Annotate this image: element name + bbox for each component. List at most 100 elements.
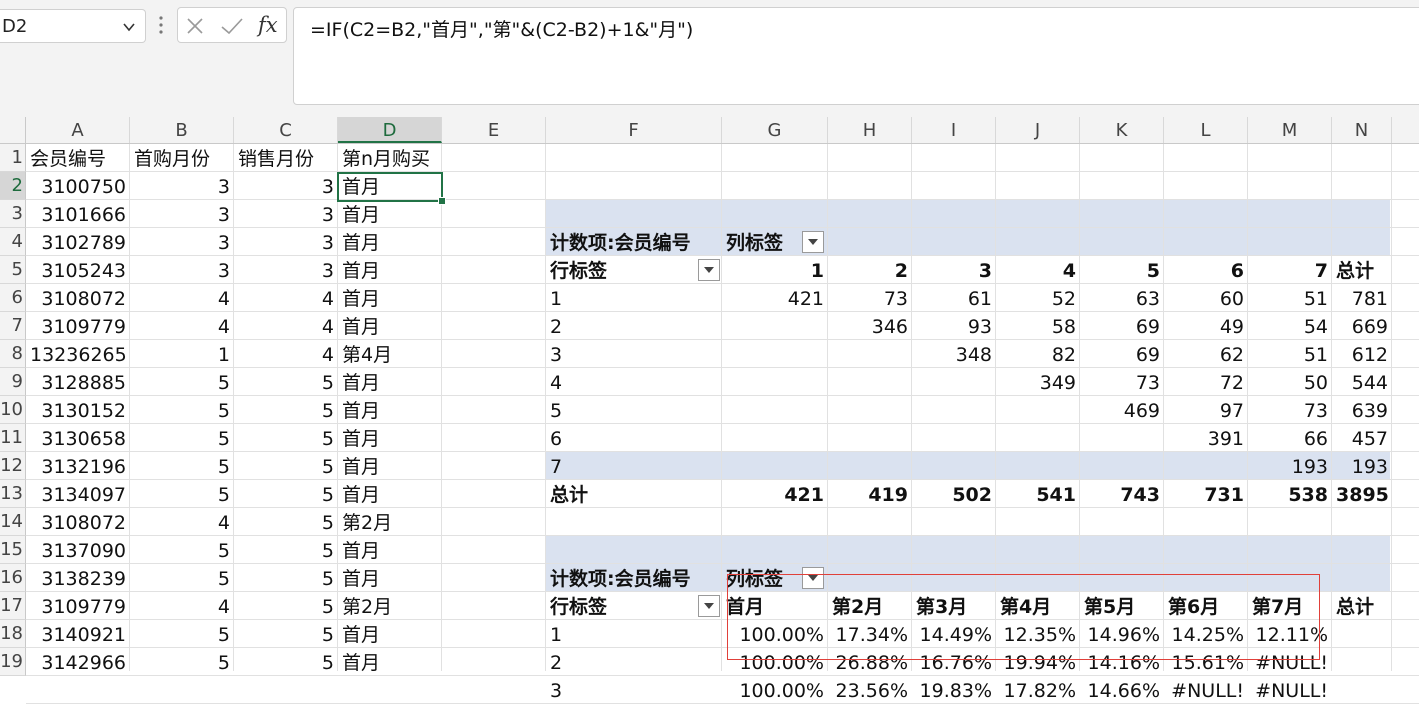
pivot2-value[interactable]: 14.66% [1080,676,1164,704]
cell-a[interactable]: 3137090 [26,536,130,564]
pivot-value[interactable]: 72 [1164,368,1248,396]
column-header-a[interactable]: A [26,117,130,143]
pivot-value[interactable]: 612 [1332,340,1392,368]
row-header[interactable]: 17 [0,592,26,620]
cell-a[interactable]: 3140921 [26,620,130,648]
pivot-value[interactable] [828,424,912,452]
pivot-value[interactable] [1080,424,1164,452]
column-header-h[interactable]: H [828,117,912,143]
cell-a[interactable]: 3109779 [26,592,130,620]
row-header[interactable]: 8 [0,340,26,368]
cell-d[interactable]: 首月 [338,228,442,256]
cell-d[interactable]: 首月 [338,536,442,564]
pivot-value[interactable]: 781 [1332,284,1392,312]
cell-b[interactable]: 3 [130,200,234,228]
cell-d[interactable]: 首月 [338,480,442,508]
cell-a[interactable]: 3132196 [26,452,130,480]
pivot2-title[interactable]: 计数项:会员编号 [546,564,726,592]
cell-b[interactable]: 5 [130,480,234,508]
pivot-value[interactable]: 349 [996,368,1080,396]
pivot-value[interactable] [828,396,912,424]
row-header[interactable]: 14 [0,508,26,536]
pivot-grand-total-value[interactable]: 421 [722,480,828,508]
pivot-value[interactable]: 97 [1164,396,1248,424]
pivot-row-key[interactable]: 6 [546,424,722,452]
cell-c[interactable]: 3 [234,172,338,200]
pivot-value[interactable]: 58 [996,312,1080,340]
row-header[interactable]: 5 [0,256,26,284]
row-header[interactable]: 4 [0,228,26,256]
column-header-c[interactable]: C [234,117,338,143]
fx-icon[interactable]: fx [256,12,282,38]
pivot-value[interactable] [828,368,912,396]
pivot-value[interactable] [722,424,828,452]
cell-d[interactable]: 首月 [338,368,442,396]
pivot-value[interactable]: 193 [1248,452,1332,480]
cell-c[interactable]: 5 [234,620,338,648]
enter-check-icon[interactable] [220,16,244,36]
row-header[interactable]: 7 [0,312,26,340]
cell-d[interactable]: 第2月 [338,508,442,536]
pivot-value[interactable] [828,340,912,368]
cell-c[interactable]: 5 [234,396,338,424]
pivot-value[interactable]: 63 [1080,284,1164,312]
cell-c[interactable]: 3 [234,200,338,228]
pivot-value[interactable] [912,396,996,424]
pivot-value[interactable] [996,424,1080,452]
cell-c[interactable]: 3 [234,228,338,256]
cell-d[interactable]: 首月 [338,424,442,452]
pivot-value[interactable] [912,368,996,396]
cell-d[interactable]: 首月 [338,620,442,648]
pivot-row-key[interactable]: 1 [546,284,722,312]
pivot2-row-label[interactable]: 行标签 [546,592,722,620]
cell-b[interactable]: 4 [130,508,234,536]
cell-a[interactable]: 3101666 [26,200,130,228]
cell-c[interactable]: 销售月份 [234,144,338,172]
cell-a[interactable]: 3105243 [26,256,130,284]
cell-a[interactable]: 3130152 [26,396,130,424]
row-header[interactable]: 12 [0,452,26,480]
formula-input[interactable]: =IF(C2=B2,"首月","第"&(C2-B2)+1&"月") [293,7,1419,105]
pivot-value[interactable] [996,396,1080,424]
column-header-m[interactable]: M [1248,117,1332,143]
pivot-grand-total-value[interactable]: 3895 [1332,480,1392,508]
row-header[interactable]: 16 [0,564,26,592]
cell-b[interactable]: 4 [130,592,234,620]
pivot-grand-total-label[interactable]: 总计 [546,480,722,508]
cell-c[interactable]: 5 [234,480,338,508]
cell-c[interactable]: 3 [234,256,338,284]
pivot-col-header[interactable]: 2 [828,256,912,284]
pivot-col-header[interactable]: 7 [1248,256,1332,284]
pivot-value[interactable]: 51 [1248,340,1332,368]
cell-d[interactable]: 第4月 [338,340,442,368]
row-label-filter-dropdown[interactable] [698,259,720,281]
column-header-e[interactable]: E [442,117,546,143]
pivot-row-key[interactable]: 4 [546,368,722,396]
column-header-b[interactable]: B [130,117,234,143]
pivot-title[interactable]: 计数项:会员编号 [546,228,726,256]
row-header[interactable]: 13 [0,480,26,508]
pivot-value[interactable] [722,396,828,424]
column-header-n[interactable]: N [1332,117,1392,143]
row-label-filter-dropdown-2[interactable] [698,595,720,617]
pivot2-row-key[interactable]: 1 [546,620,722,648]
cell-b[interactable]: 首购月份 [130,144,234,172]
pivot-value[interactable]: 73 [1080,368,1164,396]
pivot-value[interactable]: 50 [1248,368,1332,396]
cell-d[interactable]: 首月 [338,312,442,340]
row-header[interactable]: 1 [0,144,26,172]
cell-b[interactable]: 4 [130,284,234,312]
pivot-value[interactable]: 51 [1248,284,1332,312]
cell-b[interactable]: 5 [130,368,234,396]
cell-a[interactable]: 3138239 [26,564,130,592]
cell-b[interactable]: 3 [130,228,234,256]
cell-a[interactable]: 会员编号 [26,144,130,172]
pivot2-value[interactable] [1332,648,1392,676]
cell-a[interactable]: 3108072 [26,508,130,536]
pivot2-value[interactable]: 17.82% [996,676,1080,704]
cell-b[interactable]: 5 [130,396,234,424]
pivot-value[interactable]: 348 [912,340,996,368]
pivot-row-label[interactable]: 行标签 [546,256,722,284]
pivot2-value[interactable] [1332,620,1392,648]
pivot-value[interactable] [912,452,996,480]
